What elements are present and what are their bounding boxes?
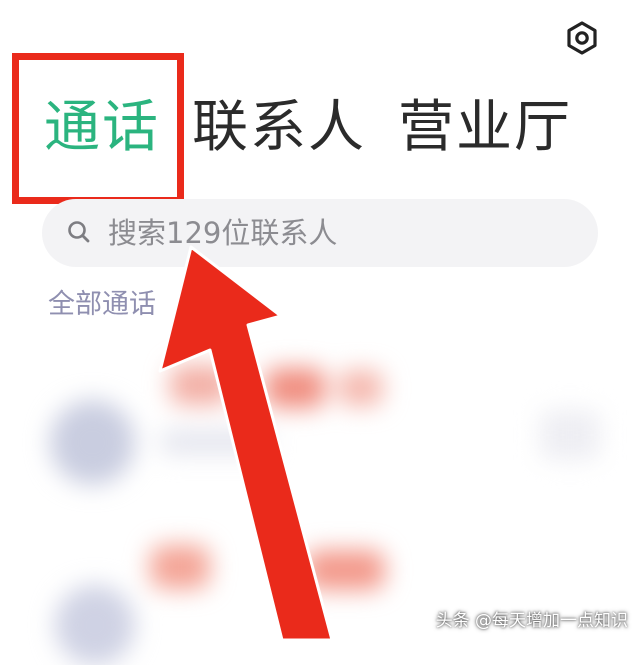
- search-placeholder[interactable]: 搜索129位联系人: [108, 213, 337, 253]
- settings-icon[interactable]: [563, 19, 601, 57]
- blurred-red-name: [170, 365, 230, 405]
- tab-contacts[interactable]: 联系人: [192, 95, 366, 161]
- tab-business-hall[interactable]: 营业厅: [398, 95, 572, 161]
- blurred-red-name: [265, 368, 325, 408]
- blurred-red-name: [338, 370, 383, 406]
- blurred-red-name: [150, 545, 210, 589]
- blurred-time: [540, 410, 600, 460]
- blurred-avatar: [50, 400, 135, 485]
- blurred-avatar: [55, 585, 135, 665]
- search-icon: [68, 221, 90, 243]
- search-bar[interactable]: 搜索129位联系人: [42, 199, 598, 267]
- watermark: 头条 @每天增加一点知识: [435, 611, 628, 631]
- blurred-call-list: [0, 340, 640, 665]
- highlight-box: [12, 53, 184, 204]
- filter-label-all-calls[interactable]: 全部通话: [48, 286, 156, 324]
- blurred-row-text: [160, 430, 270, 454]
- blurred-red-name: [305, 550, 385, 590]
